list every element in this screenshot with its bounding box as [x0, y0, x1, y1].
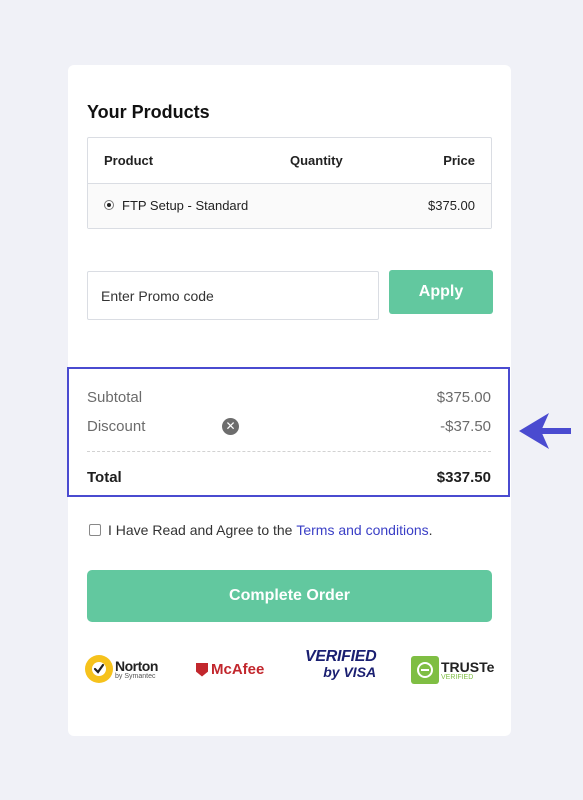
subtotal-label: Subtotal: [87, 389, 143, 406]
products-table: Product Quantity Price FTP Setup - Stand…: [87, 137, 492, 229]
truste-badge: TRUSTe VERIFIED: [411, 656, 494, 684]
mcafee-badge: McAfee: [196, 661, 264, 678]
product-price: $375.00: [428, 198, 475, 213]
products-title: Your Products: [87, 102, 210, 122]
table-row[interactable]: FTP Setup - Standard $375.00: [88, 184, 491, 228]
norton-badge: Norton by Symantec: [85, 655, 158, 683]
truste-sub: VERIFIED: [441, 673, 474, 681]
visa-verified-text: VERIFIED: [305, 648, 377, 665]
complete-order-button[interactable]: Complete Order: [87, 570, 492, 622]
summary-divider: [87, 451, 491, 452]
norton-name: Norton: [115, 657, 158, 674]
apply-button[interactable]: Apply: [389, 270, 493, 314]
remove-discount-icon[interactable]: ✕: [222, 418, 239, 435]
header-price: Price: [443, 153, 475, 168]
total-value: $337.50: [436, 469, 491, 486]
terms-text: I Have Read and Agree to the: [108, 522, 293, 538]
subtotal-value: $375.00: [436, 389, 491, 406]
terms-link[interactable]: Terms and conditions: [296, 522, 428, 538]
norton-check-icon: [85, 655, 113, 683]
visa-by-text: by VISA: [323, 664, 377, 680]
terms-checkbox[interactable]: [89, 524, 101, 536]
promo-code-input[interactable]: [87, 271, 379, 320]
mcafee-shield-icon: [196, 662, 208, 677]
norton-sub: by Symantec: [115, 672, 156, 680]
product-name: FTP Setup - Standard: [122, 198, 249, 213]
total-label: Total: [87, 469, 122, 486]
header-quantity: Quantity: [290, 153, 343, 168]
order-summary: Subtotal $375.00 Discount ✕ -$37.50 Tota…: [67, 367, 510, 497]
checkout-card: Your Products Product Quantity Price FTP…: [67, 65, 511, 736]
trust-badges: Norton by Symantec McAfee VERIFIED by VI…: [85, 647, 495, 697]
discount-value: -$37.50: [440, 418, 491, 435]
truste-icon: [411, 656, 439, 684]
header-product: Product: [104, 153, 154, 168]
terms-agreement: I Have Read and Agree to the Terms and c…: [89, 522, 433, 538]
verified-by-visa-badge: VERIFIED by VISA: [305, 648, 377, 680]
table-header: Product Quantity Price: [88, 138, 491, 184]
terms-period: .: [428, 522, 433, 538]
discount-label: Discount: [87, 418, 146, 435]
pointer-arrow-icon: [519, 413, 571, 449]
mcafee-name: McAfee: [211, 661, 265, 678]
truste-name: TRUSTe: [441, 658, 495, 675]
product-radio[interactable]: [104, 200, 114, 210]
